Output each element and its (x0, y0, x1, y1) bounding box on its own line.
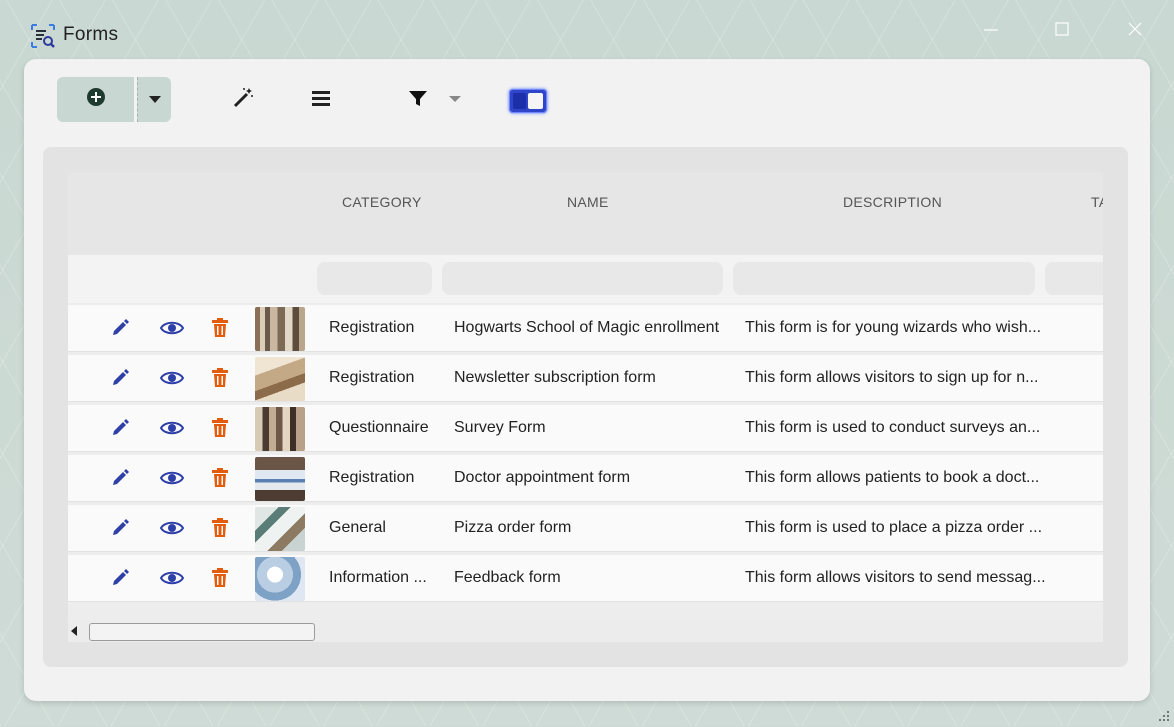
form-thumbnail-image (255, 557, 305, 601)
row-category: Questionnaire (329, 419, 429, 436)
title-bar[interactable]: Forms (0, 0, 1174, 60)
edit-pencil-icon[interactable] (108, 366, 132, 390)
category-filter-input[interactable] (317, 262, 432, 295)
chevron-down-icon (448, 91, 462, 109)
delete-trash-icon[interactable] (208, 466, 232, 490)
filter-dropdown[interactable] (442, 87, 468, 113)
form-thumbnail-image (255, 507, 305, 551)
table-row[interactable]: Registration Doctor appointment form Thi… (68, 455, 1103, 501)
row-description: This form is used to conduct surveys an.… (745, 419, 1041, 436)
view-eye-icon[interactable] (160, 316, 184, 340)
toggle-knob (528, 93, 543, 109)
row-name: Feedback form (454, 569, 561, 586)
filter-row (68, 255, 1103, 303)
row-description: This form is used to place a pizza order… (745, 519, 1043, 536)
toggle-icon (513, 93, 526, 109)
filter-icon (408, 88, 428, 113)
form-thumbnail-image (255, 457, 305, 501)
row-name: Pizza order form (454, 519, 572, 536)
delete-trash-icon[interactable] (208, 366, 232, 390)
name-filter-input[interactable] (442, 262, 723, 295)
delete-trash-icon[interactable] (208, 416, 232, 440)
row-category: Registration (329, 319, 415, 336)
table-row[interactable]: Information ... Feedback form This form … (68, 555, 1103, 601)
row-description: This form is for young wizards who wish.… (745, 319, 1042, 336)
column-header-category[interactable]: CATEGORY (342, 194, 422, 210)
column-header-description[interactable]: DESCRIPTION (843, 194, 942, 210)
table-row[interactable]: Registration Newsletter subscription for… (68, 355, 1103, 401)
edit-pencil-icon[interactable] (108, 416, 132, 440)
edit-pencil-icon[interactable] (108, 316, 132, 340)
magic-wand-button[interactable] (230, 87, 256, 113)
window-title: Forms (63, 24, 119, 45)
delete-trash-icon[interactable] (208, 566, 232, 590)
delete-trash-icon[interactable] (208, 516, 232, 540)
maximize-icon[interactable] (1048, 18, 1076, 44)
row-name: Newsletter subscription form (454, 369, 656, 386)
resize-grip-icon[interactable] (1156, 708, 1170, 722)
scrollbar-thumb[interactable] (89, 623, 315, 641)
column-header-truncated[interactable]: TA (1091, 194, 1103, 210)
form-thumbnail-image (255, 407, 305, 451)
row-category: Registration (329, 369, 415, 386)
grid-panel: CATEGORY NAME DESCRIPTION TA Registratio… (43, 147, 1128, 667)
row-name: Hogwarts School of Magic enrollment (454, 319, 720, 336)
row-name: Survey Form (454, 419, 546, 436)
scroll-left-arrow-icon[interactable] (68, 623, 80, 639)
view-eye-icon[interactable] (160, 466, 184, 490)
row-description: This form allows patients to book a doct… (745, 469, 1040, 486)
close-icon[interactable] (1121, 18, 1149, 44)
edit-pencil-icon[interactable] (108, 516, 132, 540)
edit-pencil-icon[interactable] (108, 466, 132, 490)
columns-menu-button[interactable] (308, 87, 334, 113)
form-thumbnail-image (255, 307, 305, 351)
plus-circle-icon (86, 87, 106, 112)
forms-search-icon (30, 23, 56, 49)
column-header-name[interactable]: NAME (567, 194, 609, 210)
row-category: Information ... (329, 569, 427, 586)
view-toggle-switch[interactable] (509, 89, 547, 113)
row-description: This form allows visitors to sign up for… (745, 369, 1039, 386)
row-description: This form allows visitors to send messag… (745, 569, 1045, 586)
delete-trash-icon[interactable] (208, 316, 232, 340)
edit-pencil-icon[interactable] (108, 566, 132, 590)
table-row[interactable]: General Pizza order form This form is us… (68, 505, 1103, 551)
magic-wand-icon (232, 87, 254, 114)
view-eye-icon[interactable] (160, 516, 184, 540)
form-thumbnail-image (255, 357, 305, 401)
view-eye-icon[interactable] (160, 566, 184, 590)
filter-button[interactable] (405, 87, 431, 113)
horizontal-scrollbar[interactable] (68, 620, 1103, 642)
forms-window: CATEGORY NAME DESCRIPTION TA Registratio… (24, 59, 1150, 701)
chevron-down-icon (148, 91, 162, 109)
row-name: Doctor appointment form (454, 469, 631, 486)
add-form-button[interactable] (57, 77, 134, 122)
view-eye-icon[interactable] (160, 416, 184, 440)
minimize-icon[interactable] (977, 18, 1005, 44)
add-options-dropdown[interactable] (137, 77, 171, 122)
description-filter-input[interactable] (733, 262, 1035, 295)
extra-filter-input[interactable] (1045, 262, 1103, 295)
view-eye-icon[interactable] (160, 366, 184, 390)
forms-table: CATEGORY NAME DESCRIPTION TA Registratio… (68, 172, 1103, 620)
row-category: Registration (329, 469, 415, 486)
table-header: CATEGORY NAME DESCRIPTION TA (68, 172, 1103, 255)
table-row[interactable]: Registration Hogwarts School of Magic en… (68, 305, 1103, 351)
table-row[interactable]: Questionnaire Survey Form This form is u… (68, 405, 1103, 451)
hamburger-menu-icon (311, 89, 331, 112)
row-category: General (329, 519, 386, 536)
